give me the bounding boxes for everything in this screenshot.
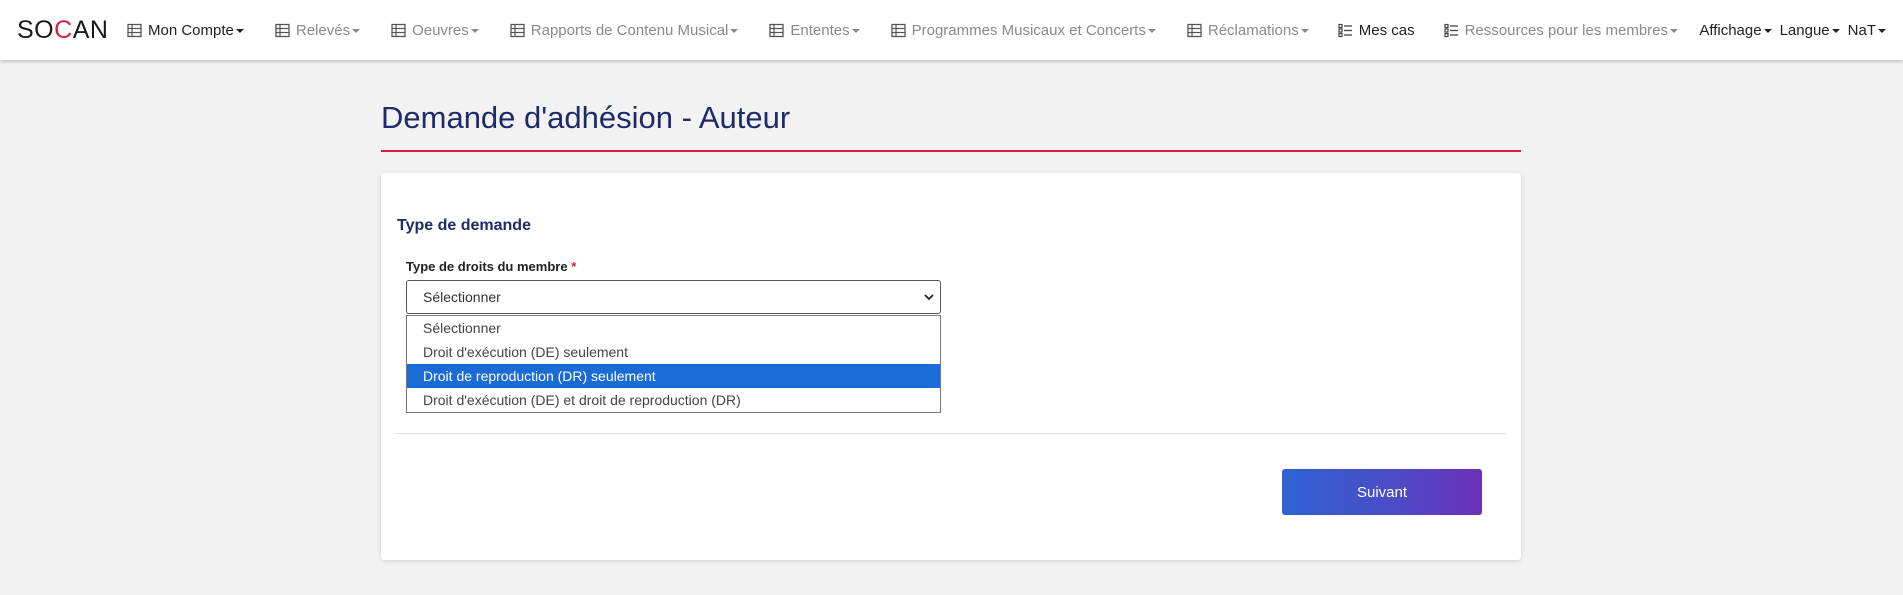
nav-item-label: Rapports de Contenu Musical [530, 21, 729, 39]
nav-right-label: Affichage [1699, 21, 1762, 39]
page-title: Demande d'adhésion - Auteur [381, 100, 791, 135]
caret-down-icon [1763, 29, 1772, 33]
nav-item-mon-compte[interactable]: Mon Compte [127, 0, 244, 60]
logo-text-so: SO [17, 16, 55, 44]
caret-down-icon [1831, 29, 1840, 33]
nav-right-nat[interactable]: NaT [1848, 0, 1886, 60]
table-icon [275, 23, 290, 38]
next-button[interactable]: Suivant [1282, 469, 1482, 515]
caret-down-icon [352, 29, 361, 33]
table-icon [1187, 23, 1202, 38]
rights-type-select-value: Sélectionner [423, 289, 501, 305]
list-icon [1443, 23, 1459, 38]
nav-right-langue[interactable]: Langue [1780, 0, 1840, 60]
nav-item-releves[interactable]: Relevés [275, 0, 361, 60]
logo-text-an: AN [72, 16, 109, 44]
nav-item-mes-cas[interactable]: Mes cas [1338, 0, 1415, 60]
nav-item-programmes-musicaux-et-concerts[interactable]: Programmes Musicaux et Concerts [890, 0, 1156, 60]
caret-down-icon [1300, 29, 1309, 33]
nav-right-label: NaT [1847, 21, 1876, 39]
rights-type-option[interactable]: Droit de reproduction (DR) seulement [407, 364, 940, 388]
caret-down-icon [1878, 29, 1886, 33]
title-divider [381, 150, 1521, 152]
rights-type-label-text: Type de droits du membre [406, 259, 568, 274]
list-icon [1338, 23, 1353, 38]
table-icon [890, 23, 906, 38]
caret-down-icon [470, 29, 479, 33]
top-navbar: SOCAN Mon Compte Relevés Oeuvres Rapports d… [0, 0, 1903, 60]
required-asterisk: * [571, 259, 577, 274]
rights-type-option[interactable]: Sélectionner [407, 316, 940, 340]
rights-type-options: Sélectionner Droit d'exécution (DE) seule… [406, 315, 941, 413]
form-divider [395, 433, 1507, 434]
nav-item-label: Mon Compte [148, 21, 234, 39]
nav-item-rapports-de-contenu-musical[interactable]: Rapports de Contenu Musical [510, 0, 739, 60]
nav-item-ententes[interactable]: Ententes [769, 0, 860, 60]
rights-type-select[interactable]: Sélectionner [406, 280, 941, 314]
table-icon [127, 23, 142, 38]
rights-type-option[interactable]: Droit d'exécution (DE) et droit de repro… [407, 388, 940, 412]
nav-item-label: Relevés [295, 21, 351, 39]
nav-item-oeuvres[interactable]: Oeuvres [391, 0, 479, 60]
rights-type-label: Type de droits du membre * [406, 259, 576, 274]
main-menu: Mon Compte Relevés Oeuvres Rapports de Cont… [127, 0, 1679, 60]
caret-down-icon [235, 29, 244, 33]
rights-type-option[interactable]: Droit d'exécution (DE) seulement [407, 340, 940, 364]
logo-text-c: C [54, 16, 73, 44]
nav-item-label: Ressources pour les membres [1464, 21, 1669, 39]
caret-down-icon [851, 29, 860, 33]
nav-item-ressources-pour-les-membres[interactable]: Ressources pour les membres [1443, 0, 1679, 60]
caret-down-icon [730, 29, 739, 33]
form-card: Type de demande Type de droits du membre… [381, 173, 1521, 560]
table-icon [769, 23, 785, 38]
nav-item-reclamations[interactable]: Réclamations [1187, 0, 1309, 60]
caret-down-icon [1147, 29, 1156, 33]
chevron-down-icon [924, 294, 934, 301]
nav-item-label: Mes cas [1358, 21, 1415, 39]
nav-item-label: Réclamations [1207, 21, 1299, 39]
table-icon [391, 23, 406, 38]
nav-right-label: Langue [1779, 21, 1830, 39]
socan-logo[interactable]: SOCAN [17, 14, 108, 46]
table-icon [510, 23, 525, 38]
nav-right-affichage[interactable]: Affichage [1699, 0, 1772, 60]
user-menu: Affichage Langue NaT [1691, 0, 1886, 60]
nav-item-label: Ententes [790, 21, 850, 39]
nav-item-label: Programmes Musicaux et Concerts [911, 21, 1146, 39]
nav-item-label: Oeuvres [412, 21, 469, 39]
caret-down-icon [1670, 29, 1679, 33]
section-title: Type de demande [397, 217, 531, 234]
